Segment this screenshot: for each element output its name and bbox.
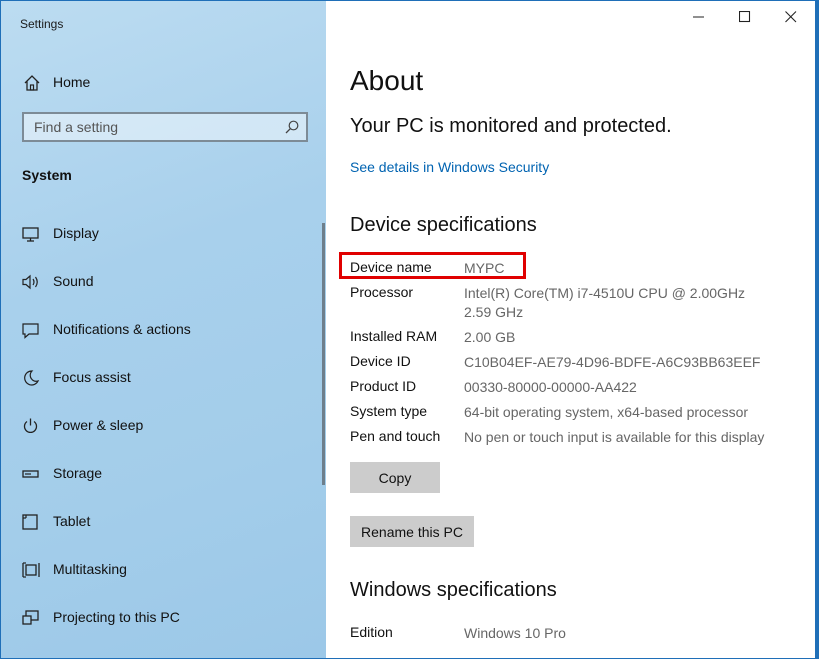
sidebar-item-label: Storage [53,465,103,481]
sidebar-item-power-sleep[interactable]: Power & sleep [1,406,319,446]
projecting-icon [21,609,41,627]
search-icon[interactable] [284,119,300,135]
sidebar-item-label: Tablet [53,513,91,529]
tablet-icon [21,513,41,531]
spec-value: Windows 10 Pro [464,625,566,641]
spec-value: Intel(R) Core(TM) i7-4510U CPU @ 2.00GHz… [464,285,757,320]
sidebar-item-focus-assist[interactable]: Focus assist [1,358,319,398]
spec-value: 2.00 GB [464,329,516,345]
spec-key: Edition [350,624,393,640]
page-title: About [350,65,424,96]
search-field [22,112,308,142]
sidebar-item-label: Notifications & actions [53,321,191,337]
sidebar-item-tablet[interactable]: Tablet [1,502,319,542]
spec-key: Device ID [350,353,411,369]
spec-value: C10B04EF-AE79-4D96-BDFE-A6C93BB63EEF [464,354,761,370]
sidebar-scrollbar[interactable] [322,223,325,485]
multitasking-icon [21,561,41,579]
windows-specs-heading: Windows specifications [350,579,557,601]
spec-key: Pen and touch [350,428,441,444]
sidebar-item-label: Sound [53,273,94,289]
power-icon [21,417,41,435]
sidebar-item-label: Power & sleep [53,417,144,433]
copy-button[interactable]: Copy [350,462,440,493]
section-label-system: System [22,167,72,183]
sidebar-item-projecting[interactable]: Projecting to this PC [1,598,319,638]
protection-status: Your PC is monitored and protected. [350,115,672,137]
sidebar-item-home[interactable]: Home [1,65,326,99]
settings-window: Settings Home System Display S [1,1,815,658]
storage-icon [21,465,41,483]
sidebar-item-sound[interactable]: Sound [1,262,319,302]
device-specs-heading: Device specifications [350,214,537,236]
spec-key: Installed RAM [350,328,438,344]
sidebar-item-label: Display [53,225,99,241]
spec-key: System type [350,403,428,419]
focus-assist-icon [21,369,41,387]
sidebar-item-multitasking[interactable]: Multitasking [1,550,319,590]
main-content: About Your PC is monitored and protected… [339,1,810,658]
spec-value: 64-bit operating system, x64-based proce… [464,404,749,420]
sidebar-item-label: Multitasking [53,561,127,577]
sidebar: Settings Home System Display S [1,1,326,658]
sidebar-item-notifications[interactable]: Notifications & actions [1,310,319,350]
spec-key: Processor [350,284,414,300]
home-icon [23,74,41,92]
sound-icon [21,273,41,291]
rename-pc-button[interactable]: Rename this PC [350,516,474,547]
spec-key: Product ID [350,378,417,394]
sidebar-item-label: Focus assist [53,369,131,385]
sidebar-item-label: Home [53,74,91,90]
sidebar-item-display[interactable]: Display [1,214,319,254]
spec-key: Device name [350,259,432,275]
search-input[interactable] [24,114,284,140]
notifications-icon [21,321,41,339]
spec-value: MYPC [464,260,505,276]
display-icon [21,225,41,243]
spec-value: No pen or touch input is available for t… [464,429,765,445]
app-title: Settings [20,17,64,31]
windows-security-link[interactable]: See details in Windows Security [350,159,549,175]
sidebar-item-storage[interactable]: Storage [1,454,319,494]
sidebar-item-label: Projecting to this PC [53,609,180,625]
spec-value: 00330-80000-00000-AA422 [464,379,637,395]
